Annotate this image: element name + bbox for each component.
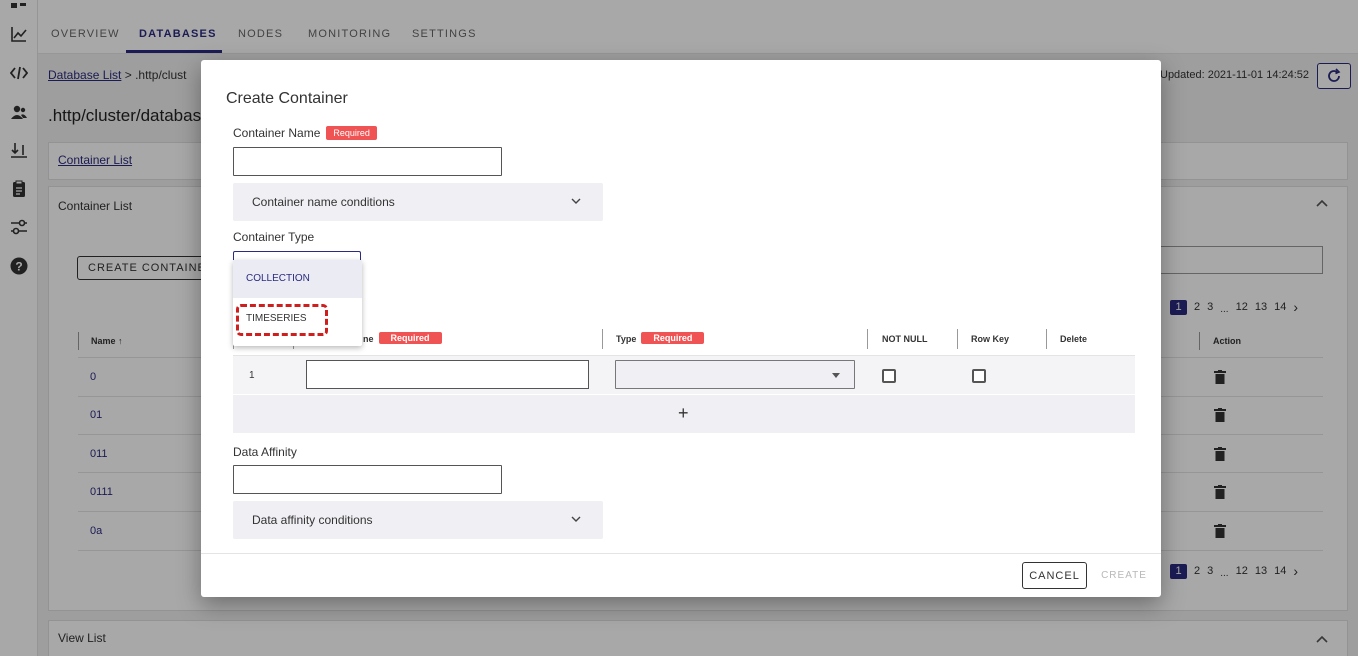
row-number: 1 [249,370,255,381]
delete-header: Delete [1060,334,1088,344]
plus-icon: + [678,403,689,423]
caret-down-icon [832,373,840,378]
dialog-title: Create Container [226,90,348,107]
row-key-header: Row Key [971,334,1010,344]
required-badge: Required [326,126,377,140]
create-container-dialog: Create Container Container Name Required … [201,60,1161,597]
column-type-select[interactable] [615,360,855,389]
create-button[interactable]: CREATE [1097,562,1151,589]
container-name-conditions-expander[interactable]: Container name conditions [233,183,603,221]
type-option-timeseries[interactable]: TIMESERIES [233,300,362,338]
column-divider [957,329,958,349]
column-type-header-text: Type [616,334,637,344]
cancel-button[interactable]: CANCEL [1022,562,1087,589]
column-type-header: Type Required [616,329,705,349]
column-divider [1046,329,1047,349]
container-name-label-text: Container Name [233,126,321,140]
container-type-label: Container Type [233,230,315,244]
column-name-input[interactable] [306,360,589,389]
type-option-collection[interactable]: COLLECTION [233,260,362,298]
column-divider [602,329,603,349]
row-key-checkbox[interactable] [972,369,986,383]
data-affinity-input[interactable] [233,465,502,494]
container-type-menu: COLLECTION TIMESERIES [233,260,362,346]
data-affinity-label: Data Affinity [233,445,297,459]
not-null-checkbox[interactable] [882,369,896,383]
required-badge: Required [641,332,705,344]
container-name-label: Container Name Required [233,126,377,140]
data-affinity-conditions-expander[interactable]: Data affinity conditions [233,501,603,539]
container-name-input[interactable] [233,147,502,176]
required-badge: Required [378,332,442,344]
column-name-header: ne Required [363,329,442,349]
not-null-header: NOT NULL [882,334,928,344]
dialog-footer-divider [201,553,1161,554]
column-name-header-text: ne [363,334,374,344]
chevron-down-icon [571,516,581,522]
affinity-conditions-label: Data affinity conditions [252,513,373,527]
add-column-button[interactable]: + [233,395,1135,433]
name-conditions-label: Container name conditions [252,195,395,209]
chevron-down-icon [571,198,581,204]
focus-highlight [236,304,328,336]
column-divider [867,329,868,349]
